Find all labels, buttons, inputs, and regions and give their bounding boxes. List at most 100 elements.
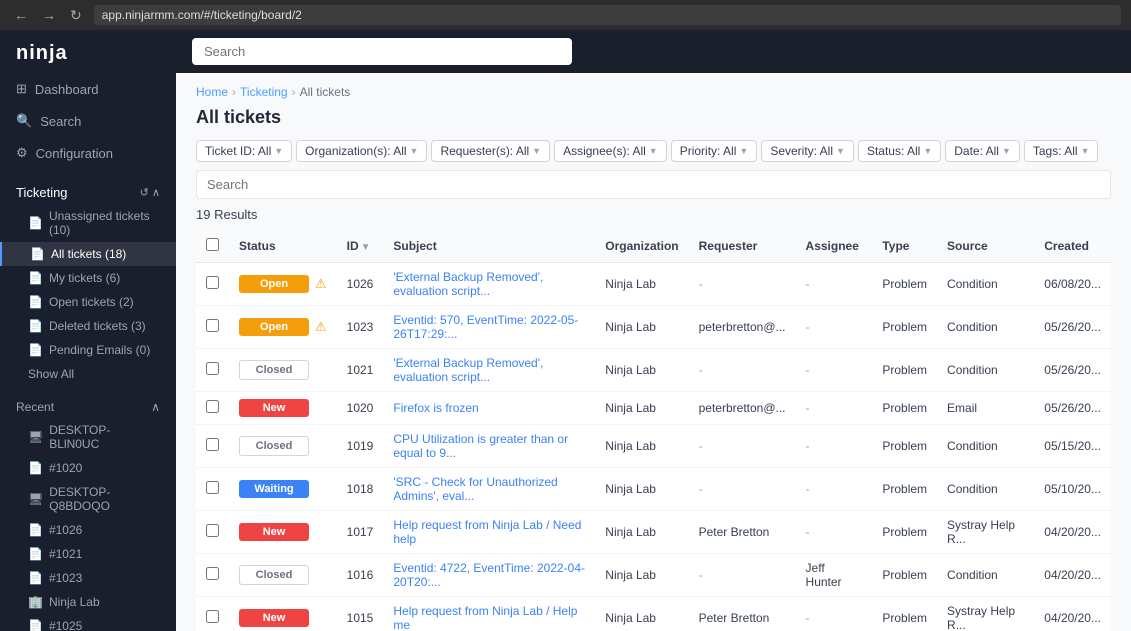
ticket-source: Condition (937, 306, 1034, 349)
sidebar-item-search[interactable]: 🔍 Search (0, 105, 176, 137)
ticket-type: Problem (872, 597, 937, 631)
chevron-down-icon: ▼ (410, 146, 419, 156)
ticket-subject[interactable]: Firefox is frozen (383, 392, 595, 425)
ticket-source: Condition (937, 425, 1034, 468)
doc-icon: 📄 (28, 271, 43, 285)
table-row: Closed 1016 Eventid: 4722, EventTime: 20… (196, 554, 1111, 597)
status-cell: Closed (229, 554, 337, 597)
browser-navigation[interactable]: ← → ↻ (10, 5, 86, 26)
ticket-source: Condition (937, 554, 1034, 597)
row-checkbox[interactable] (206, 567, 219, 580)
row-checkbox[interactable] (206, 524, 219, 537)
row-checkbox[interactable] (206, 276, 219, 289)
global-search-input[interactable] (192, 38, 572, 65)
sidebar-recent-item[interactable]: 📄 #1020 (0, 456, 176, 480)
row-checkbox[interactable] (206, 319, 219, 332)
breadcrumb-ticketing[interactable]: Ticketing (240, 85, 288, 99)
row-checkbox-cell[interactable] (196, 306, 229, 349)
sidebar-item-all-tickets[interactable]: 📄 All tickets (18) (0, 242, 176, 266)
ticket-assignee: - (796, 263, 873, 306)
filter-status[interactable]: Status: All ▼ (858, 140, 941, 162)
row-checkbox[interactable] (206, 481, 219, 494)
filter-tags[interactable]: Tags: All ▼ (1024, 140, 1099, 162)
forward-button[interactable]: → (38, 5, 60, 25)
reload-button[interactable]: ↻ (66, 5, 86, 26)
ticket-assignee: - (796, 392, 873, 425)
ticket-source: Condition (937, 468, 1034, 511)
url-bar[interactable] (94, 5, 1121, 25)
filter-date[interactable]: Date: All ▼ (945, 140, 1020, 162)
ticket-subject[interactable]: Eventid: 4722, EventTime: 2022-04-20T20:… (383, 554, 595, 597)
ticket-subject[interactable]: 'SRC - Check for Unauthorized Admins', e… (383, 468, 595, 511)
ticket-subject[interactable]: 'External Backup Removed', evaluation sc… (383, 349, 595, 392)
row-checkbox-cell[interactable] (196, 349, 229, 392)
ticket-type: Problem (872, 425, 937, 468)
filter-requester[interactable]: Requester(s): All ▼ (431, 140, 550, 162)
filter-priority[interactable]: Priority: All ▼ (671, 140, 758, 162)
filter-assignee[interactable]: Assignee(s): All ▼ (554, 140, 667, 162)
ticket-subject[interactable]: Eventid: 570, EventTime: 2022-05-26T17:2… (383, 306, 595, 349)
sidebar-item-configuration[interactable]: ⚙ Configuration (0, 137, 176, 169)
ticket-subject[interactable]: 'External Backup Removed', evaluation sc… (383, 263, 595, 306)
table-row: New 1015 Help request from Ninja Lab / H… (196, 597, 1111, 631)
sidebar-recent-item[interactable]: 📄 #1021 (0, 542, 176, 566)
select-all-header[interactable] (196, 230, 229, 263)
filter-severity[interactable]: Severity: All ▼ (761, 140, 854, 162)
sidebar-recent-item[interactable]: 🖥 DESKTOP-BLlN0UC (0, 418, 176, 456)
status-badge: New (239, 523, 309, 541)
sidebar-recent-item[interactable]: 📄 #1026 (0, 518, 176, 542)
doc-icon: 📄 (28, 343, 43, 357)
ticket-type: Problem (872, 306, 937, 349)
row-checkbox-cell[interactable] (196, 263, 229, 306)
sidebar-item-my-tickets[interactable]: 📄 My tickets (6) (0, 266, 176, 290)
filter-ticket-id[interactable]: Ticket ID: All ▼ (196, 140, 292, 162)
back-button[interactable]: ← (10, 5, 32, 25)
sidebar-item-show-all[interactable]: Show All (0, 362, 176, 386)
chevron-down-icon: ▼ (1002, 146, 1011, 156)
chevron-down-icon: ▼ (836, 146, 845, 156)
row-checkbox[interactable] (206, 400, 219, 413)
ticket-id: 1017 (337, 511, 384, 554)
ticket-type: Problem (872, 554, 937, 597)
sidebar-item-open-tickets[interactable]: 📄 Open tickets (2) (0, 290, 176, 314)
sidebar-item-pending-emails[interactable]: 📄 Pending Emails (0) (0, 338, 176, 362)
doc-icon: 📄 (28, 461, 43, 475)
ticket-requester: - (689, 349, 796, 392)
row-checkbox-cell[interactable] (196, 597, 229, 631)
sidebar-item-deleted-tickets[interactable]: 📄 Deleted tickets (3) (0, 314, 176, 338)
breadcrumb-home[interactable]: Home (196, 85, 228, 99)
ticket-requester: Peter Bretton (689, 511, 796, 554)
ticket-assignee: - (796, 306, 873, 349)
row-checkbox-cell[interactable] (196, 392, 229, 425)
ticket-subject[interactable]: Help request from Ninja Lab / Need help (383, 511, 595, 554)
filter-organization[interactable]: Organization(s): All ▼ (296, 140, 427, 162)
ticket-requester: - (689, 468, 796, 511)
row-checkbox-cell[interactable] (196, 511, 229, 554)
col-id[interactable]: ID▼ (337, 230, 384, 263)
ticket-type: Problem (872, 263, 937, 306)
sidebar-recent-item[interactable]: 🖥 DESKTOP-Q8BDOQO (0, 480, 176, 518)
status-cell: Closed (229, 425, 337, 468)
ticketing-refresh-icon[interactable]: ↺ ∧ (140, 186, 160, 199)
sidebar-recent-item[interactable]: 📄 #1025 (0, 614, 176, 631)
table-search-input[interactable] (196, 170, 1111, 199)
ticket-assignee: - (796, 425, 873, 468)
sidebar-recent-item[interactable]: 📄 #1023 (0, 566, 176, 590)
monitor-icon: 🖥 (28, 492, 43, 506)
ticket-subject[interactable]: Help request from Ninja Lab / Help me (383, 597, 595, 631)
status-badge: Open (239, 318, 309, 336)
row-checkbox[interactable] (206, 362, 219, 375)
ticket-id: 1016 (337, 554, 384, 597)
row-checkbox-cell[interactable] (196, 425, 229, 468)
chevron-down-icon: ▼ (649, 146, 658, 156)
sidebar-item-unassigned[interactable]: 📄 Unassigned tickets (10) (0, 204, 176, 242)
row-checkbox-cell[interactable] (196, 554, 229, 597)
sidebar-recent-item[interactable]: 🏢 Ninja Lab (0, 590, 176, 614)
row-checkbox[interactable] (206, 610, 219, 623)
sidebar-item-dashboard[interactable]: ⊞ Dashboard (0, 73, 176, 105)
ticket-subject[interactable]: CPU Utilization is greater than or equal… (383, 425, 595, 468)
row-checkbox[interactable] (206, 438, 219, 451)
select-all-checkbox[interactable] (206, 238, 219, 251)
chevron-down-icon[interactable]: ∧ (151, 400, 160, 414)
row-checkbox-cell[interactable] (196, 468, 229, 511)
